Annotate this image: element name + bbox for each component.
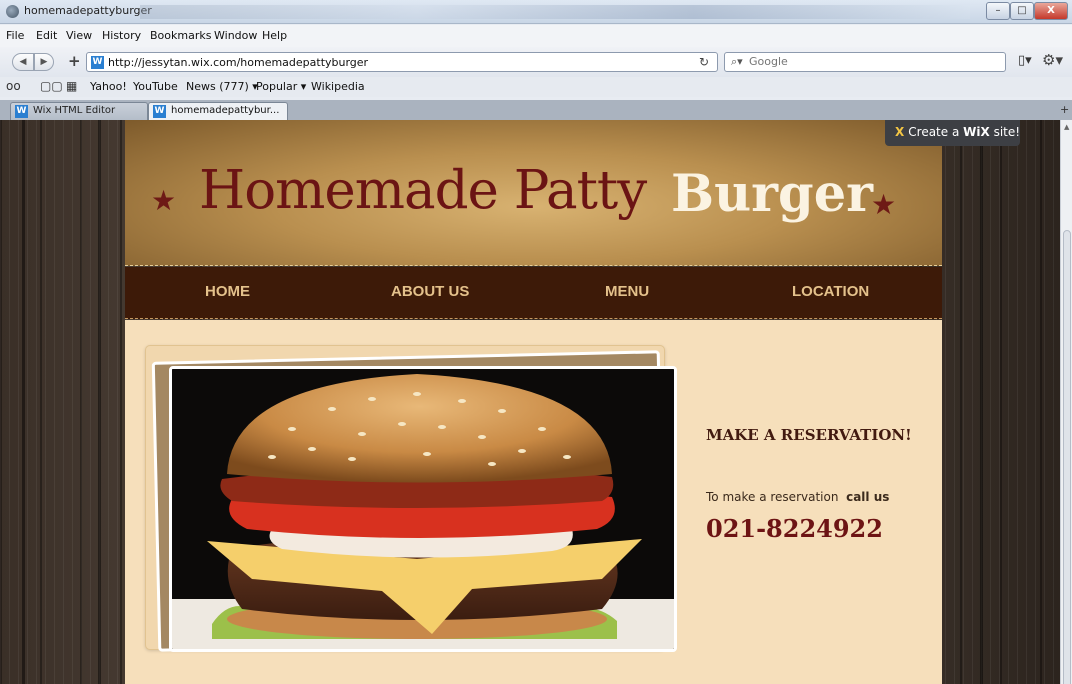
wix-icon: X (895, 125, 905, 139)
wix-badge-brand: WiX (963, 125, 990, 139)
vertical-scrollbar[interactable]: ▲ (1060, 120, 1072, 684)
nav-about-us[interactable]: ABOUT US (391, 283, 469, 300)
close-button[interactable]: X (1034, 2, 1068, 20)
bookmark-yahoo[interactable]: Yahoo! (90, 80, 127, 93)
wood-plank-seam (22, 120, 25, 684)
menu-history[interactable]: History (102, 29, 141, 42)
scroll-up-icon[interactable]: ▲ (1064, 123, 1069, 131)
wood-plank-seam (980, 120, 983, 684)
search-input[interactable] (749, 55, 999, 68)
reservation-text: To make a reservation call us (706, 490, 889, 504)
page-viewport: ★ Homemade Patty Burger ★ HOME ABOUT US … (0, 120, 1060, 684)
nav-location[interactable]: LOCATION (792, 283, 869, 300)
website: ★ Homemade Patty Burger ★ HOME ABOUT US … (125, 120, 942, 684)
wix-badge-suffix: site! (993, 125, 1021, 139)
bookmark-wikipedia[interactable]: Wikipedia (311, 80, 365, 93)
taskbar-strip (140, 5, 970, 19)
search-icon: ⌕▾ (731, 55, 743, 68)
minimize-button[interactable]: – (986, 2, 1010, 20)
bookmark-popular[interactable]: Popular ▾ (256, 80, 306, 93)
nav-home[interactable]: HOME (205, 283, 250, 300)
window-titlebar: homemadepattyburger – □ X (0, 0, 1072, 24)
add-icon[interactable]: + (68, 52, 81, 70)
menu-help[interactable]: Help (262, 29, 287, 42)
tab-wix-html-editor[interactable]: W Wix HTML Editor (10, 102, 148, 120)
grid-icon[interactable]: ▦ (66, 79, 77, 93)
reading-glasses-icon[interactable]: oo (6, 79, 21, 93)
wix-badge-prefix: Create a (908, 125, 960, 139)
star-icon: ★ (871, 188, 897, 221)
reservation-prompt: To make a reservation (706, 490, 839, 504)
scrollbar-thumb[interactable] (1063, 230, 1071, 684)
main-content: MAKE A RESERVATION! To make a reservatio… (125, 320, 942, 684)
address-bar[interactable]: W http://jessytan.wix.com/homemadepattyb… (86, 52, 718, 72)
reservation-heading: MAKE A RESERVATION! (706, 426, 912, 444)
gear-icon[interactable]: ⚙▾ (1042, 51, 1063, 69)
menu-edit[interactable]: Edit (36, 29, 57, 42)
nav-menu[interactable]: MENU (605, 283, 649, 300)
wix-icon: W (91, 56, 104, 69)
page-icon[interactable]: ▯▾ (1018, 53, 1032, 68)
tab-bar: W Wix HTML Editor W homemadepattybur... (0, 100, 1072, 120)
star-icon: ★ (151, 184, 177, 217)
menu-bar: File Edit View History Bookmarks Window … (0, 25, 1072, 47)
site-title-accent: Burger (671, 164, 874, 224)
back-icon[interactable]: ◀ (12, 53, 34, 71)
menu-file[interactable]: File (6, 29, 24, 42)
site-header: ★ Homemade Patty Burger ★ (125, 120, 942, 266)
menu-view[interactable]: View (66, 29, 92, 42)
tab-label: homemadepattybur... (171, 105, 280, 116)
tab-homemadepattyburger[interactable]: W homemadepattybur... (148, 102, 288, 120)
site-title-main: Homemade Patty (199, 160, 647, 221)
call-us-label: call us (846, 490, 890, 504)
burger-photo (169, 366, 677, 652)
tab-label: Wix HTML Editor (33, 105, 116, 116)
bookmarks-bar: oo ▢▢ ▦ Yahoo! YouTube News (777) ▾ Popu… (0, 77, 1072, 97)
browser-icon (6, 5, 19, 18)
search-box[interactable]: ⌕▾ (724, 52, 1006, 72)
new-tab-button[interactable]: + (1060, 103, 1069, 116)
book-icon[interactable]: ▢▢ (40, 79, 63, 93)
reload-icon[interactable]: ↻ (699, 55, 709, 69)
bookmark-youtube[interactable]: YouTube (133, 80, 178, 93)
create-wix-site-button[interactable]: X Create a WiX site! (885, 120, 1020, 146)
wood-plank-seam (98, 120, 101, 684)
navigation-toolbar: ◀ ▶ + W http://jessytan.wix.com/homemade… (0, 47, 1072, 77)
wix-icon: W (153, 105, 166, 118)
window-title: homemadepattyburger (24, 4, 152, 17)
bookmark-news[interactable]: News (777) ▾ (186, 80, 258, 93)
menu-bookmarks[interactable]: Bookmarks (150, 29, 211, 42)
site-navigation: HOME ABOUT US MENU LOCATION (125, 267, 942, 319)
menu-window[interactable]: Window (214, 29, 257, 42)
wix-icon: W (15, 105, 28, 118)
forward-icon[interactable]: ▶ (34, 53, 54, 71)
reservation-phone[interactable]: 021-8224922 (706, 514, 883, 543)
maximize-button[interactable]: □ (1010, 2, 1034, 20)
address-text[interactable]: http://jessytan.wix.com/homemadepattybur… (108, 56, 368, 69)
